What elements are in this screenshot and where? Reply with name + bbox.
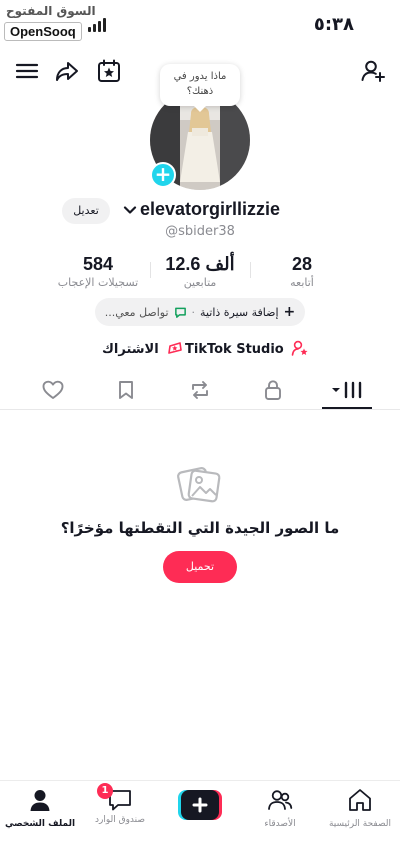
- studio-icon: [291, 340, 308, 356]
- profile-icon: [30, 790, 50, 811]
- chat-bubble-icon: [174, 307, 186, 318]
- stat-divider: [150, 262, 151, 278]
- stat-following[interactable]: 28 أتابعه: [270, 254, 334, 289]
- tab-reposts[interactable]: [180, 376, 220, 404]
- share-icon[interactable]: [54, 58, 80, 84]
- edit-profile-button[interactable]: تعديل: [62, 198, 110, 224]
- stat-followers[interactable]: 12.6 ألف متابعين: [150, 254, 250, 289]
- upload-button[interactable]: تحميل: [163, 551, 237, 583]
- inbox-badge: 1: [97, 783, 113, 799]
- bubble-line2: ذهنك؟: [186, 86, 214, 97]
- nav-inbox-label: صندوق الوارد: [94, 815, 146, 825]
- bookmark-icon: [119, 381, 133, 399]
- nav-home-label: الصفحة الرئيسية: [328, 819, 392, 829]
- status-time: ٥:٣٨: [313, 14, 354, 35]
- add-user-icon[interactable]: [360, 58, 386, 84]
- plus-icon: +: [283, 304, 296, 320]
- subscription-link[interactable]: الاشتراك: [102, 340, 184, 357]
- nav-inbox[interactable]: 1 صندوق الوارد: [80, 783, 160, 825]
- nav-profile-label: الملف الشخصي: [4, 819, 76, 829]
- separator-dot: ·: [191, 305, 196, 319]
- status-bubble[interactable]: ماذا يدور في ذهنك؟: [160, 64, 240, 112]
- likes-label: تسجيلات الإعجاب: [57, 276, 139, 289]
- contact-label[interactable]: تواصل معي...: [105, 306, 169, 319]
- nav-home[interactable]: الصفحة الرئيسية: [320, 787, 400, 829]
- bubble-line1: ماذا يدور في: [173, 71, 227, 82]
- create-button[interactable]: [178, 790, 222, 820]
- home-icon: [349, 789, 371, 811]
- heart-icon: [42, 380, 64, 399]
- bottom-nav: الملف الشخصي 1 صندوق الوارد الأصدقاء الص…: [0, 780, 400, 866]
- tiktok-studio-label: TikTok Studio: [185, 342, 284, 357]
- likes-count: 584: [82, 254, 114, 274]
- stat-likes[interactable]: 584 تسجيلات الإعجاب: [50, 254, 146, 289]
- tab-favorites[interactable]: [106, 376, 146, 404]
- video-grid-icon: [332, 381, 362, 399]
- subscription-label: الاشتراك: [102, 342, 159, 357]
- nav-profile[interactable]: الملف الشخصي: [0, 787, 80, 829]
- tab-videos[interactable]: [328, 376, 368, 404]
- friends-icon: [268, 790, 293, 810]
- signal-icon: [88, 18, 110, 32]
- nav-friends[interactable]: الأصدقاء: [240, 787, 320, 829]
- menu-icon[interactable]: [14, 58, 40, 84]
- user-handle: @sbider38: [165, 224, 235, 239]
- nav-friends-label: الأصدقاء: [264, 819, 296, 829]
- add-bio-label[interactable]: إضافة سيرة ذاتية: [200, 306, 279, 319]
- profile-tabs: [0, 370, 400, 410]
- following-count: 28: [291, 254, 313, 274]
- chevron-down-icon[interactable]: [122, 202, 138, 218]
- followers-count: 12.6 ألف: [165, 254, 235, 274]
- tab-private[interactable]: [253, 376, 293, 404]
- empty-state-text: ما الصور الجيدة التي التقطتها مؤخرًا؟: [60, 519, 340, 537]
- photos-icon: [177, 467, 221, 503]
- status-bar: السوق المفتوح OpenSooq ٥:٣٨: [0, 0, 400, 46]
- watermark-brand-text: OpenSooq: [4, 22, 82, 41]
- calendar-star-icon[interactable]: [96, 58, 122, 84]
- lock-icon: [265, 380, 281, 400]
- tab-liked[interactable]: [33, 376, 73, 404]
- subscription-icon: [168, 342, 183, 354]
- following-label: أتابعه: [290, 276, 314, 289]
- watermark-logo: السوق المفتوح OpenSooq: [4, 2, 96, 42]
- add-story-button[interactable]: +: [150, 162, 176, 188]
- watermark-arabic-text: السوق المفتوح: [6, 4, 96, 18]
- inbox-icon-wrap: 1: [97, 783, 133, 813]
- repost-icon: [192, 381, 208, 399]
- stat-divider: [250, 262, 251, 278]
- active-tab-indicator: [322, 407, 372, 409]
- tiktok-studio-link[interactable]: TikTok Studio: [185, 340, 309, 357]
- username[interactable]: elevatorgirllizzie: [140, 199, 280, 220]
- bio-pill[interactable]: + إضافة سيرة ذاتية · تواصل معي...: [95, 298, 305, 326]
- followers-label: متابعين: [183, 276, 217, 289]
